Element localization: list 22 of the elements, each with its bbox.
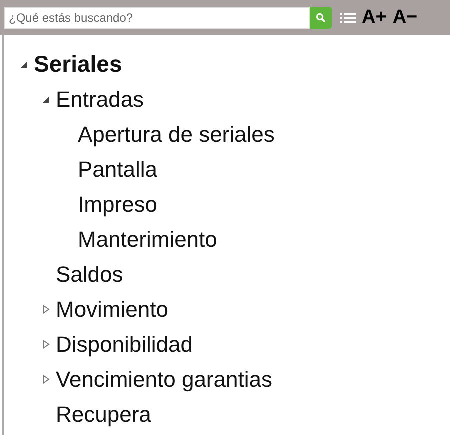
font-increase-button[interactable]: A+	[356, 6, 387, 28]
tree-item[interactable]: Seriales	[34, 51, 122, 78]
font-decrease-button[interactable]: A−	[386, 6, 418, 28]
search-button[interactable]	[310, 6, 332, 28]
tree-item[interactable]: Impreso	[78, 192, 158, 218]
collapsed-arrow-icon[interactable]	[42, 375, 50, 384]
tree-item[interactable]: Recupera	[56, 402, 152, 428]
tree-item[interactable]: Pantalla	[78, 156, 158, 182]
tree-item[interactable]: Apertura de seriales	[78, 122, 275, 148]
tree-item[interactable]: Vencimiento garantias	[56, 366, 272, 392]
list-icon[interactable]	[340, 12, 356, 24]
collapsed-arrow-icon[interactable]	[42, 305, 50, 314]
expanded-arrow-icon[interactable]	[20, 60, 28, 68]
search-icon	[316, 12, 326, 22]
search-field[interactable]: ¿Qué estás buscando?	[4, 6, 310, 28]
tree-item[interactable]: Movimiento	[56, 296, 168, 322]
tree-item[interactable]: Manterimiento	[78, 226, 218, 252]
collapsed-arrow-icon[interactable]	[42, 340, 50, 349]
expanded-arrow-icon[interactable]	[42, 96, 50, 104]
tree-item[interactable]: Disponibilidad	[56, 332, 193, 358]
tree-item[interactable]: Entradas	[56, 86, 144, 112]
tree-item[interactable]: Saldos	[56, 262, 124, 288]
